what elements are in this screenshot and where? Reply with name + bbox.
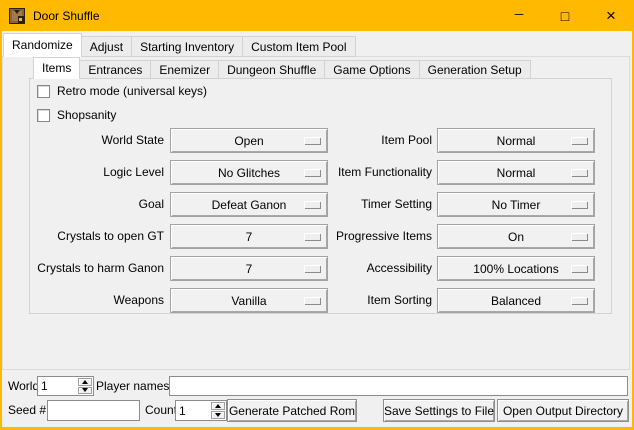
shopsanity-option[interactable]: Shopsanity [37,108,116,122]
shopsanity-checkbox[interactable] [37,109,50,122]
seed-label: Seed # [8,403,46,417]
window-content: Randomize Adjust Starting Inventory Cust… [2,31,632,427]
dropdown-indicator-icon [571,137,587,144]
maximize-button[interactable]: □ [542,0,588,31]
retro-mode-option[interactable]: Retro mode (universal keys) [37,84,207,98]
item-pool-label: Item Pool [270,128,432,153]
titlebar: Door Shuffle ─ □ × [0,0,634,31]
shopsanity-label: Shopsanity [57,108,116,122]
worlds-spin-down-button[interactable] [78,387,92,395]
progressive-items-dropdown[interactable]: On [437,224,595,249]
outer-tab-bar: Randomize Adjust Starting Inventory Cust… [3,33,356,57]
inner-tab-bar: Items Entrances Enemizer Dungeon Shuffle… [33,57,531,79]
worlds-spinner-input[interactable] [38,377,77,395]
randomize-panel: Items Entrances Enemizer Dungeon Shuffle… [2,56,630,370]
close-button[interactable]: × [588,0,634,31]
accessibility-dropdown[interactable]: 100% Locations [437,256,595,281]
tab-entrances[interactable]: Entrances [79,60,151,79]
crystals-open-gt-value: 7 [246,230,253,244]
count-spinner[interactable] [175,400,227,421]
weapons-label: Weapons [30,288,164,313]
minimize-button[interactable]: ─ [496,0,542,31]
seed-input[interactable] [47,400,140,421]
tab-enemizer[interactable]: Enemizer [150,60,219,79]
accessibility-value: 100% Locations [473,262,558,276]
minimize-icon: ─ [515,8,524,20]
retro-mode-checkbox[interactable] [37,85,50,98]
app-icon [9,8,25,24]
dropdown-indicator-icon [571,169,587,176]
tab-dungeon-shuffle[interactable]: Dungeon Shuffle [218,60,325,79]
spin-down-icon [215,413,221,417]
spin-up-icon [82,380,88,384]
player-names-input[interactable] [169,376,628,396]
dropdown-indicator-icon [571,265,587,272]
open-output-button[interactable]: Open Output Directory [497,399,629,422]
count-spin-down-button[interactable] [211,411,225,419]
item-functionality-label: Item Functionality [270,160,432,185]
timer-setting-value: No Timer [492,198,541,212]
spin-down-icon [82,388,88,392]
retro-mode-label: Retro mode (universal keys) [57,84,207,98]
world-state-value: Open [234,134,263,148]
dropdown-indicator-icon [571,233,587,240]
tab-custom-item-pool[interactable]: Custom Item Pool [242,36,355,57]
logic-level-label: Logic Level [30,160,164,185]
dropdown-indicator-icon [571,297,587,304]
worlds-spinner[interactable] [37,376,94,396]
crystals-open-gt-label: Crystals to open GT [30,224,164,249]
item-sorting-value: Balanced [491,294,541,308]
timer-setting-label: Timer Setting [270,192,432,217]
save-settings-button[interactable]: Save Settings to File [383,399,495,422]
progressive-items-label: Progressive Items [270,224,432,249]
generate-button[interactable]: Generate Patched Rom [227,399,357,422]
spin-up-icon [215,404,221,408]
crystals-harm-ganon-value: 7 [246,262,253,276]
world-state-label: World State [30,128,164,153]
tab-generation-setup[interactable]: Generation Setup [419,60,531,79]
close-icon: × [606,7,616,24]
tab-starting-inventory[interactable]: Starting Inventory [131,36,243,57]
item-sorting-label: Item Sorting [270,288,432,313]
timer-setting-dropdown[interactable]: No Timer [437,192,595,217]
item-pool-value: Normal [497,134,536,148]
worlds-spin-up-button[interactable] [78,378,92,386]
progressive-items-value: On [508,230,524,244]
goal-label: Goal [30,192,164,217]
window-title: Door Shuffle [33,9,100,23]
tab-randomize[interactable]: Randomize [3,33,82,57]
tab-items[interactable]: Items [33,57,80,79]
dropdown-indicator-icon [571,201,587,208]
weapons-value: Vanilla [231,294,266,308]
count-label: Count [145,403,177,417]
accessibility-label: Accessibility [270,256,432,281]
count-spinner-input[interactable] [176,401,210,420]
item-functionality-dropdown[interactable]: Normal [437,160,595,185]
item-functionality-value: Normal [497,166,536,180]
tab-adjust[interactable]: Adjust [81,36,132,57]
count-spin-up-button[interactable] [211,402,225,410]
item-sorting-dropdown[interactable]: Balanced [437,288,595,313]
player-names-label: Player names [96,379,169,393]
tab-game-options[interactable]: Game Options [324,60,419,79]
crystals-harm-ganon-label: Crystals to harm Ganon [30,256,164,281]
item-pool-dropdown[interactable]: Normal [437,128,595,153]
maximize-icon: □ [561,9,569,23]
window: Door Shuffle ─ □ × Randomize Adjust Star… [0,0,634,430]
items-panel: Retro mode (universal keys) Shopsanity W… [29,78,612,314]
